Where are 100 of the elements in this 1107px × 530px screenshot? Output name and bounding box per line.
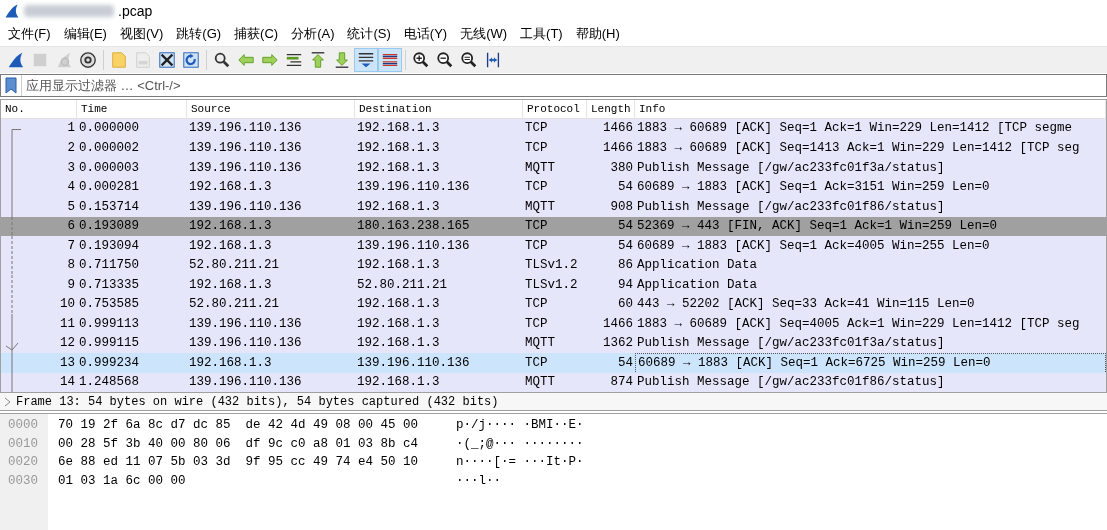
table-cell-text: Publish Message [/gw/ac233fc01f86/status]: [636, 374, 946, 392]
menu-item[interactable]: 视图(V): [114, 24, 169, 44]
up-arrow-icon: [309, 51, 327, 69]
menu-item[interactable]: 文件(F): [3, 24, 56, 44]
table-cell-text: 52369 → 443 [FIN, ACK] Seq=1 Ack=1 Win=259 Len=0: [636, 218, 999, 236]
table-cell-text: TCP: [524, 120, 549, 138]
table-cell-text: 192.168.1.3: [188, 218, 273, 236]
table-cell-text: Publish Message [/gw/ac233fc01f3a/status]: [636, 159, 946, 177]
table-cell-text: 1: [66, 120, 76, 138]
menu-item[interactable]: 帮助(H): [570, 24, 625, 44]
menu-item[interactable]: 编辑(E): [58, 24, 112, 44]
ascii-bytes: n····[·= ···It·P·: [456, 454, 584, 471]
hex-bytes: 6e 88 ed 11 07 5b 03 3d 9f 95 cc 49 74 e4 50 10: [58, 454, 420, 471]
table-cell-text: 3: [66, 159, 76, 177]
table-cell-text: 6: [66, 218, 76, 236]
table-cell-text: TLSv1.2: [524, 257, 579, 275]
packet-row[interactable]: 9 0.713335 192.168.1.3 52.80.211.21 TLSv1.2 94 Application Data: [1, 275, 1106, 295]
shark-fin-icon: [55, 51, 73, 69]
column-header[interactable]: Protocol: [523, 100, 587, 118]
table-cell-text: 0.000281: [78, 179, 140, 197]
packet-row[interactable]: 1 0.000000 139.196.110.136 192.168.1.3 TCP 1466 1883 → 60689 [ACK] Seq=1 Ack=1 Win=229 Len=1412 [TCP segme: [1, 119, 1106, 139]
settings-icon: [79, 51, 97, 69]
column-header[interactable]: Length: [587, 100, 635, 118]
colorize-icon: [381, 51, 399, 69]
toolbar-button[interactable]: [378, 48, 402, 72]
table-cell-text: 139.196.110.136: [188, 120, 303, 138]
table-cell-text: 0.193089: [78, 218, 140, 236]
table-cell-text: 874: [609, 374, 634, 392]
column-header[interactable]: No.: [1, 100, 77, 118]
table-cell-text: 54: [617, 179, 634, 197]
table-cell-text: MQTT: [524, 198, 556, 216]
menu-item[interactable]: 无线(W): [455, 24, 513, 44]
packet-row[interactable]: 12 0.999115 139.196.110.136 192.168.1.3 MQTT 1362 Publish Message [/gw/ac233fc01f3a/status]: [1, 333, 1106, 353]
table-cell-text: 0.711750: [78, 257, 140, 275]
menu-item[interactable]: 跳转(G): [171, 24, 227, 44]
table-cell-text: TCP: [524, 355, 549, 372]
packet-row[interactable]: 8 0.711750 52.80.211.21 192.168.1.3 TLSv1.2 86 Application Data: [1, 255, 1106, 275]
table-cell-text: 0.999234: [78, 355, 140, 372]
table-cell-text: 54: [617, 218, 634, 236]
table-cell-text: 8: [66, 257, 76, 275]
byte-offset: 0000: [7, 417, 39, 434]
table-cell-text: 0.000002: [78, 140, 140, 158]
column-header[interactable]: Time: [77, 100, 187, 118]
column-header[interactable]: Destination: [355, 100, 523, 118]
table-cell-text: 908: [609, 198, 634, 216]
packet-row[interactable]: 2 0.000002 139.196.110.136 192.168.1.3 TCP 1466 1883 → 60689 [ACK] Seq=1413 Ack=1 Win=229 Len=1412 [TCP seg: [1, 138, 1106, 158]
table-cell-text: 1466: [602, 120, 634, 138]
auto-scroll-icon: [357, 51, 375, 69]
ascii-bytes: p·/j···· ·BMI··E·: [456, 417, 584, 434]
reload-icon: [182, 51, 200, 69]
table-cell-text: 192.168.1.3: [356, 335, 441, 353]
packet-row[interactable]: 3 0.000003 139.196.110.136 192.168.1.3 MQTT 380 Publish Message [/gw/ac233fc01f3a/status]: [1, 158, 1106, 178]
table-cell-text: 60: [617, 296, 634, 314]
menu-item[interactable]: 统计(S): [342, 24, 396, 44]
table-cell-text: 0.999115: [78, 335, 140, 353]
table-cell-text: 192.168.1.3: [356, 120, 441, 138]
table-cell-text: 4: [66, 179, 76, 197]
table-cell-text: 0.999113: [78, 315, 140, 333]
table-cell-text: 139.196.110.136: [356, 355, 471, 372]
toolbar-button[interactable]: [354, 48, 378, 72]
packet-row[interactable]: 11 0.999113 139.196.110.136 192.168.1.3 TCP 1466 1883 → 60689 [ACK] Seq=4005 Ack=1 Win=229 Len=1412 [TCP seg: [1, 314, 1106, 334]
ascii-bytes: ·(_;@··· ········: [456, 435, 584, 453]
table-cell-text: 0.753585: [78, 296, 140, 314]
hex-bytes: 70 19 2f 6a 8c d7 dc 85 de 42 4d 49 08 00 45 00: [58, 417, 420, 434]
table-cell-text: 5: [66, 198, 76, 216]
menu-item[interactable]: 捕获(C): [229, 24, 284, 44]
zoom-out-icon: [436, 51, 454, 69]
table-cell-text: Publish Message [/gw/ac233fc01f3a/status]: [636, 335, 946, 353]
bookmark-icon[interactable]: [5, 77, 17, 94]
table-cell-text: 11: [59, 315, 76, 333]
packet-row[interactable]: 4 0.000281 192.168.1.3 139.196.110.136 TCP 54 60689 → 1883 [ACK] Seq=1 Ack=3151 Win=259 Len=0: [1, 177, 1106, 197]
go-to-packet-icon: [285, 51, 303, 69]
table-cell-text: 13: [59, 355, 76, 372]
packet-row[interactable]: 10 0.753585 52.80.211.21 192.168.1.3 TCP 60 443 → 52202 [ACK] Seq=33 Ack=41 Win=115 Len=0: [1, 294, 1106, 314]
table-cell-text: 192.168.1.3: [356, 140, 441, 158]
packet-row[interactable]: 7 0.193094 192.168.1.3 139.196.110.136 TCP 54 60689 → 1883 [ACK] Seq=1 Ack=4005 Win=255 Len=0: [1, 236, 1106, 256]
table-cell-text: 139.196.110.136: [356, 179, 471, 197]
table-cell-text: 1466: [602, 315, 634, 333]
table-cell-text: Publish Message [/gw/ac233fc01f86/status]: [636, 198, 946, 216]
table-cell-text: 139.196.110.136: [188, 315, 303, 333]
table-cell-text: 9: [66, 276, 76, 294]
table-cell-text: TCP: [524, 218, 549, 236]
table-cell-text: 192.168.1.3: [188, 237, 273, 255]
column-header[interactable]: Source: [187, 100, 355, 118]
table-cell-text: 139.196.110.136: [188, 198, 303, 216]
packet-row[interactable]: 6 0.193089 192.168.1.3 180.163.238.165 TCP 54 52369 → 443 [FIN, ACK] Seq=1 Ack=1 Win=259 Len=0: [1, 216, 1106, 236]
table-cell-text: 7: [66, 237, 76, 255]
table-cell-text: 139.196.110.136: [188, 374, 303, 392]
zoom-reset-icon: [460, 51, 478, 69]
menu-item[interactable]: 分析(A): [286, 24, 340, 44]
column-header[interactable]: Info: [635, 100, 1106, 118]
packet-row[interactable]: 13 0.999234 192.168.1.3 139.196.110.136 TCP 54 60689 → 1883 [ACK] Seq=1 Ack=6725 Win=259 Len=0: [1, 353, 1106, 373]
packet-row[interactable]: 5 0.153714 139.196.110.136 192.168.1.3 MQTT 908 Publish Message [/gw/ac233fc01f86/status]: [1, 197, 1106, 217]
menu-item[interactable]: 工具(T): [515, 24, 568, 44]
table-cell-text: 192.168.1.3: [188, 179, 273, 197]
menu-item[interactable]: 电话(Y): [398, 24, 453, 44]
table-cell-text: 14: [59, 374, 76, 392]
table-cell-text: 139.196.110.136: [356, 237, 471, 255]
packet-row[interactable]: 14 1.248568 139.196.110.136 192.168.1.3 MQTT 874 Publish Message [/gw/ac233fc01f86/status]: [1, 372, 1106, 392]
table-cell-text: 54: [617, 237, 634, 255]
